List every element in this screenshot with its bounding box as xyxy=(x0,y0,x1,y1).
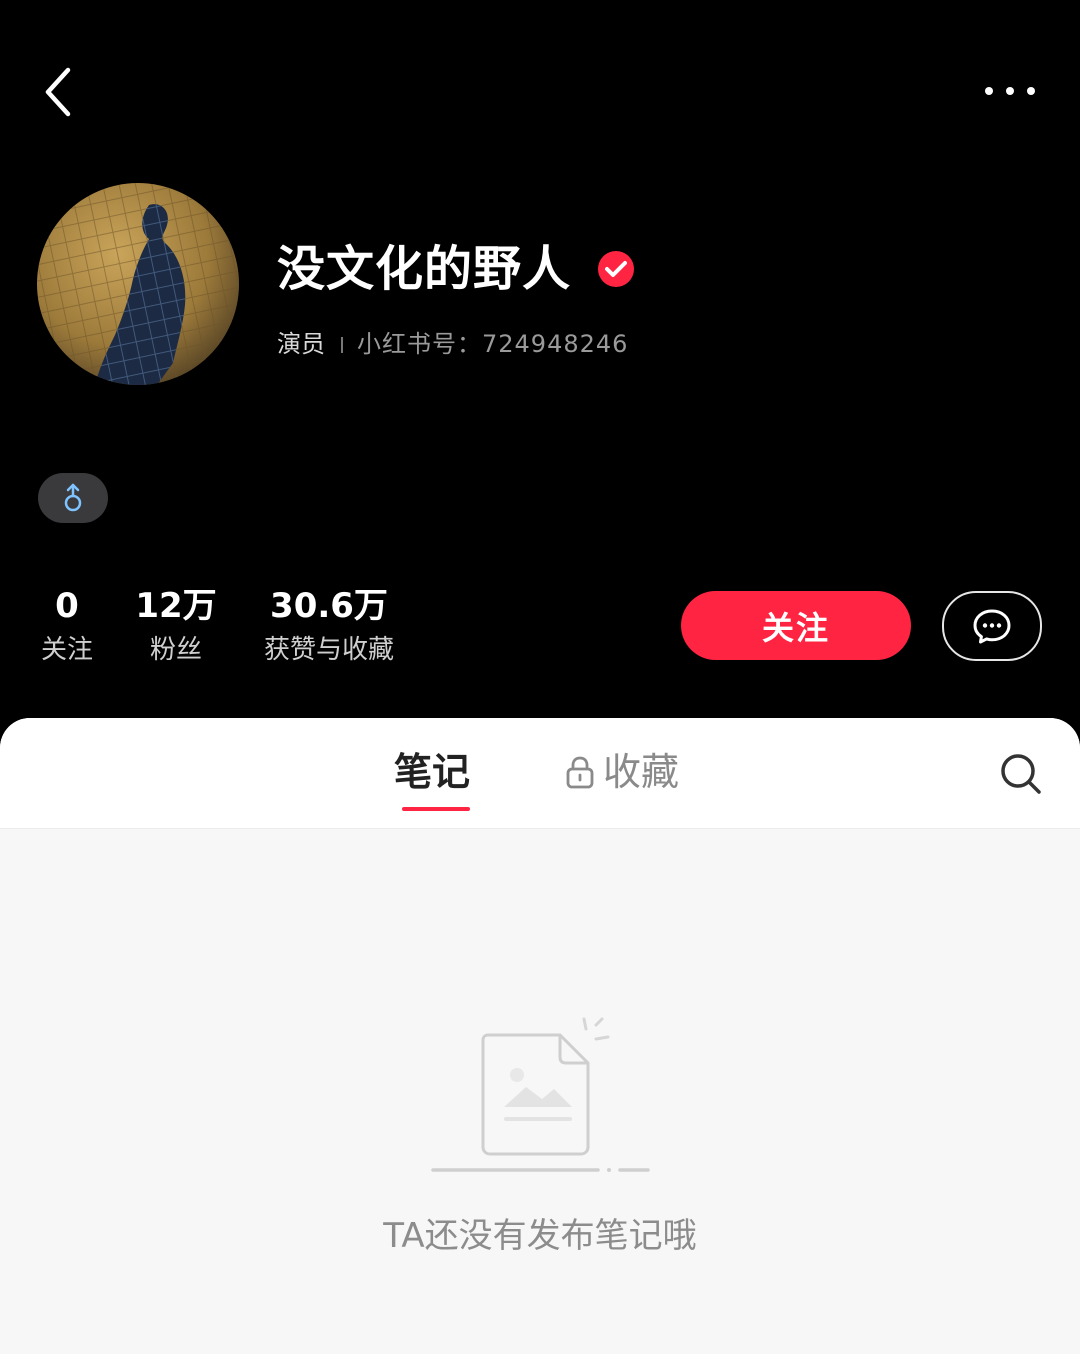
red-id-label: 小红书号： xyxy=(357,330,482,358)
profile-header: 没文化的野人 演员 小红书号：724948246 0 关注 12万 粉丝 30.6… xyxy=(0,0,1080,760)
avatar-image xyxy=(37,183,239,385)
follow-button[interactable]: 关注 xyxy=(681,591,911,660)
content-sheet: 笔记 收藏 TA还没有发布笔记哦 xyxy=(0,718,1080,1354)
tab-bar: 笔记 收藏 xyxy=(0,718,1080,829)
message-button[interactable] xyxy=(942,591,1042,661)
avatar[interactable] xyxy=(37,183,239,385)
tab-favorites-label: 收藏 xyxy=(603,750,680,794)
stat-label: 粉丝 xyxy=(149,635,202,665)
back-button[interactable] xyxy=(40,62,84,122)
stat-value: 30.6万 xyxy=(270,586,388,626)
gender-badge xyxy=(38,473,108,523)
more-options-button[interactable] xyxy=(975,75,1045,107)
search-button[interactable] xyxy=(998,751,1044,797)
tab-favorites[interactable]: 收藏 xyxy=(565,746,679,798)
tab-notes[interactable]: 笔记 xyxy=(394,746,470,798)
stat-label: 获赞与收藏 xyxy=(263,635,394,665)
search-icon xyxy=(1001,754,1041,794)
occupation-label: 演员 xyxy=(277,330,325,358)
stat-followers[interactable]: 12万 粉丝 xyxy=(132,584,220,670)
male-icon xyxy=(64,483,82,512)
profile-subline: 演员 小红书号：724948246 xyxy=(277,326,628,362)
stat-following[interactable]: 0 关注 xyxy=(36,584,98,670)
stat-value: 0 xyxy=(55,586,79,626)
verified-check-icon xyxy=(597,250,635,288)
profile-name: 没文化的野人 xyxy=(277,241,572,297)
chat-bubble-icon xyxy=(973,609,1011,644)
lock-icon xyxy=(566,756,594,789)
red-id-value[interactable]: 724948246 xyxy=(482,330,628,358)
empty-notes-illustration xyxy=(428,1013,653,1183)
stat-label: 关注 xyxy=(40,635,93,665)
empty-state-message: TA还没有发布笔记哦 xyxy=(383,1216,697,1256)
active-tab-indicator xyxy=(402,807,470,811)
more-dots-icon xyxy=(985,87,1035,95)
stat-likes-collects[interactable]: 30.6万 获赞与收藏 xyxy=(256,584,402,670)
stat-value: 12万 xyxy=(135,586,217,626)
divider xyxy=(341,337,343,353)
chevron-left-icon xyxy=(45,67,71,117)
